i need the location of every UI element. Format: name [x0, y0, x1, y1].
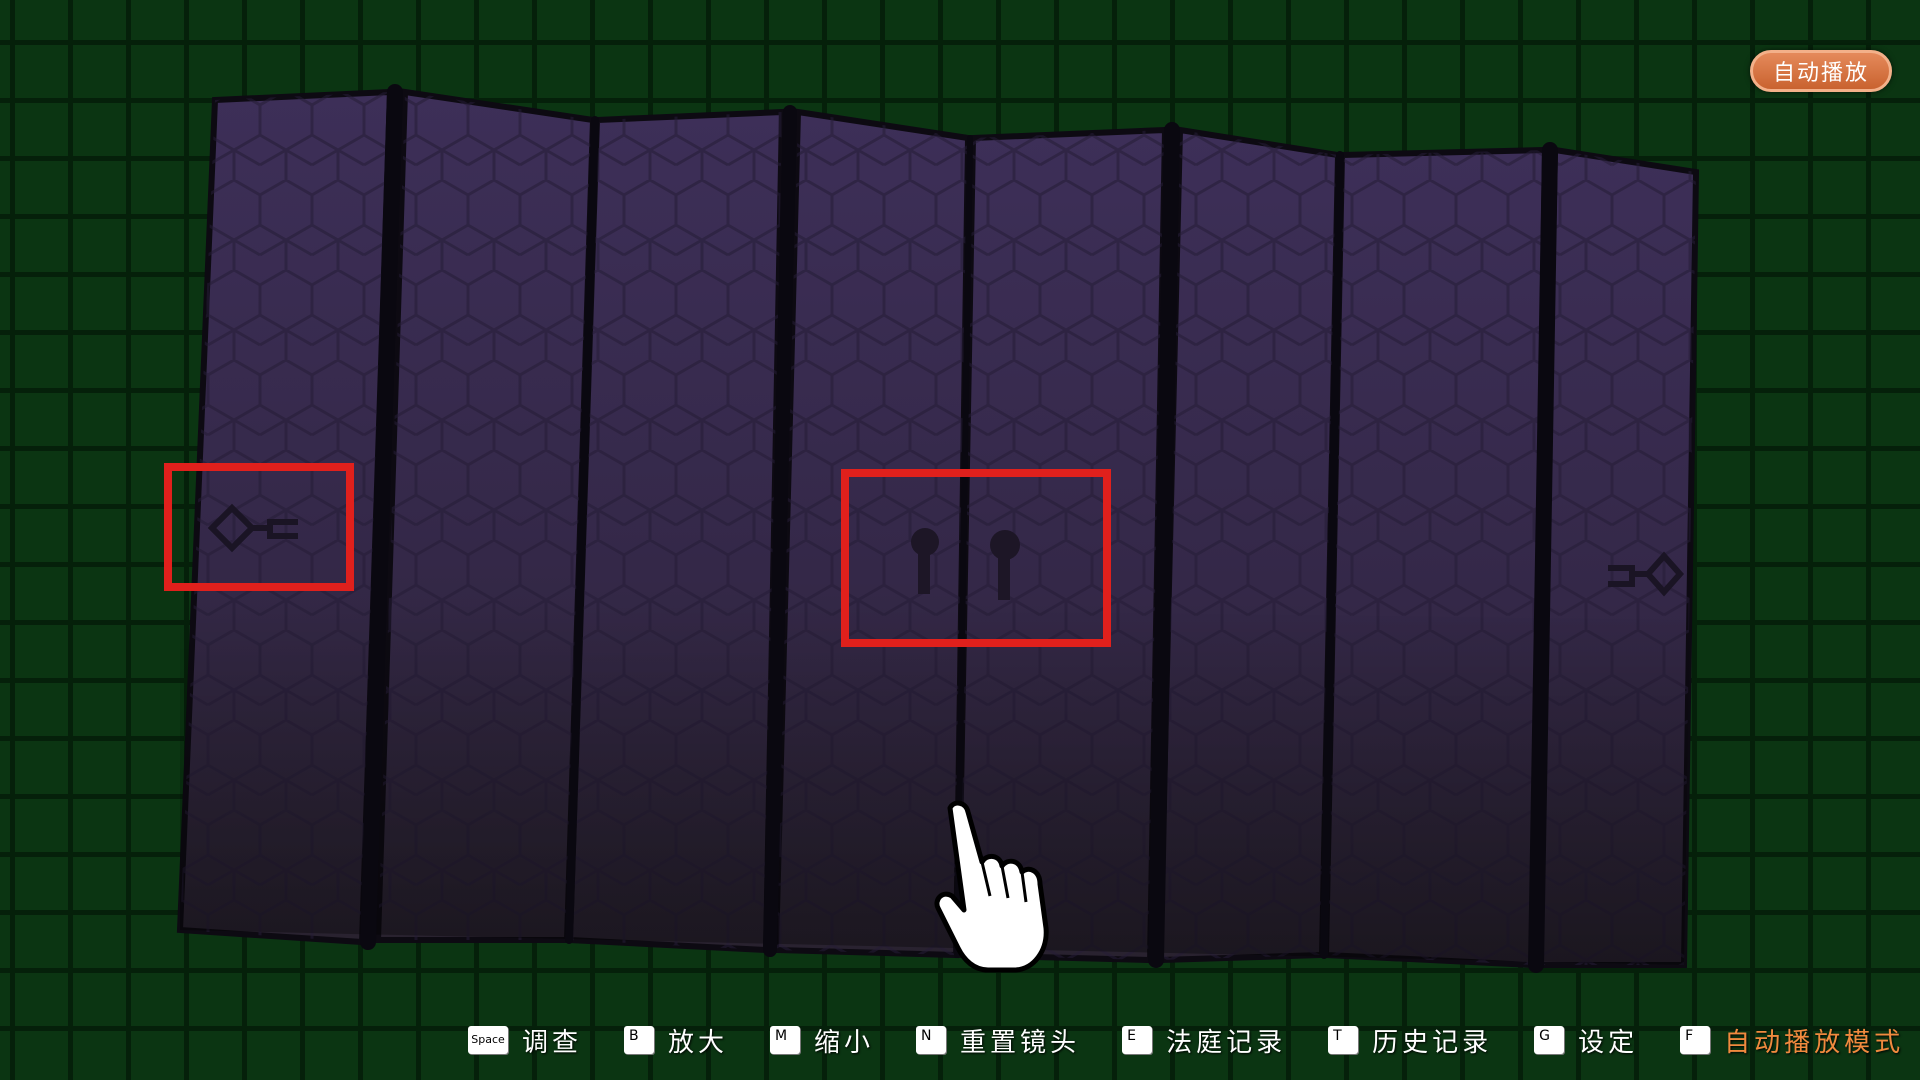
folding-screen-scene [164, 84, 1700, 973]
control-investigate[interactable]: Space 调查 [468, 1022, 582, 1059]
control-label: 放大 [668, 1027, 729, 1058]
control-reset-camera[interactable]: N 重置镜头 [916, 1022, 1080, 1059]
control-label: 缩小 [814, 1027, 875, 1058]
key-m: M [770, 1026, 801, 1054]
controls-bar: Space 调查 B 放大 M 缩小 N 重置镜头 E 法庭记录 T 历史记录 … [468, 1020, 1904, 1060]
key-n: N [916, 1026, 947, 1054]
control-label: 重置镜头 [960, 1027, 1081, 1058]
control-settings[interactable]: G 设定 [1534, 1022, 1638, 1059]
control-label: 设定 [1578, 1027, 1639, 1058]
control-zoom-in[interactable]: B 放大 [624, 1022, 728, 1059]
key-space: Space [468, 1026, 508, 1054]
control-history-log[interactable]: T 历史记录 [1328, 1022, 1492, 1059]
key-f: F [1680, 1026, 1711, 1054]
control-zoom-out[interactable]: M 缩小 [770, 1022, 874, 1059]
key-t: T [1328, 1026, 1359, 1054]
folding-screen-panels[interactable] [176, 84, 1700, 973]
control-label: 法庭记录 [1166, 1027, 1287, 1058]
control-label: 调查 [522, 1027, 583, 1058]
key-e: E [1122, 1026, 1153, 1054]
control-auto-play-mode[interactable]: F 自动播放模式 [1680, 1022, 1904, 1059]
auto-play-button[interactable]: 自动播放 [1750, 50, 1892, 92]
control-label: 自动播放模式 [1724, 1027, 1905, 1058]
key-b: B [624, 1026, 655, 1054]
key-g: G [1534, 1026, 1565, 1054]
control-label: 历史记录 [1372, 1027, 1493, 1058]
control-court-record[interactable]: E 法庭记录 [1122, 1022, 1286, 1059]
game-screen: 自动播放 Space 调查 B 放大 M 缩小 N 重置镜头 E 法庭记录 T … [0, 0, 1920, 1080]
